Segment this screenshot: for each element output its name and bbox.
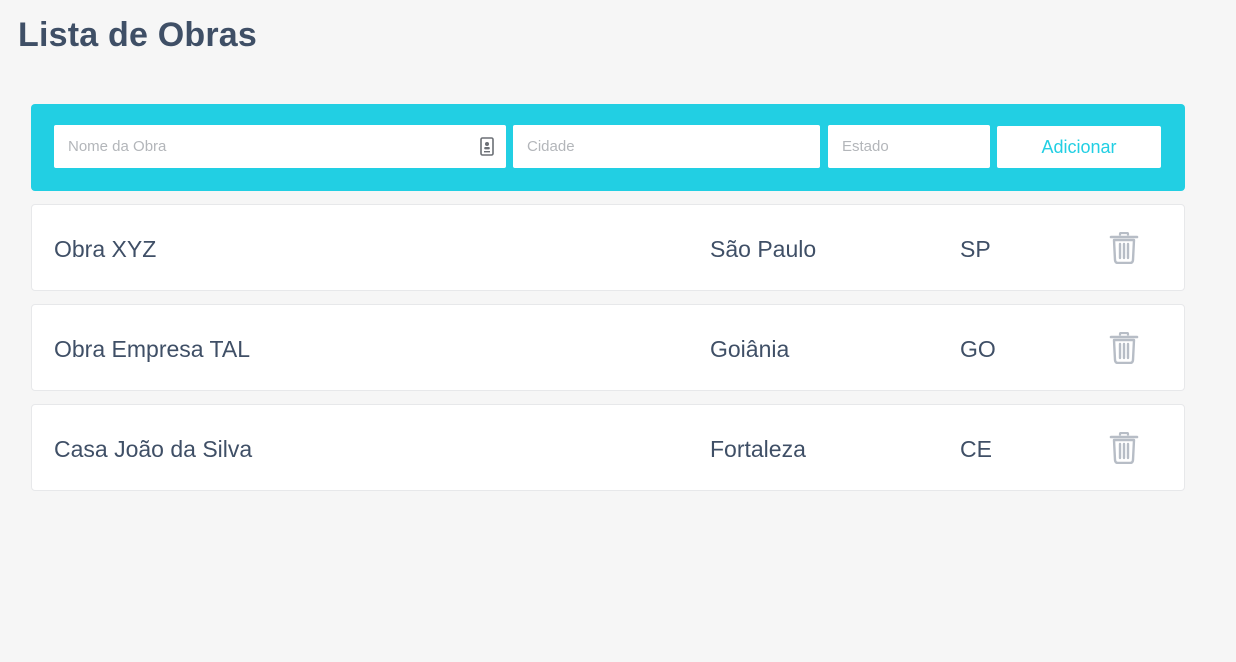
add-obra-form: Adicionar	[31, 104, 1185, 191]
nome-da-obra-field[interactable]	[54, 125, 506, 168]
trash-icon	[1109, 232, 1139, 264]
cidade-input[interactable]	[513, 125, 820, 168]
list-item: Obra XYZ São Paulo SP	[31, 204, 1185, 291]
delete-button[interactable]	[1109, 432, 1139, 464]
obra-name: Obra Empresa TAL	[54, 336, 251, 362]
list-item: Obra Empresa TAL Goiânia GO	[31, 304, 1185, 391]
delete-button[interactable]	[1109, 232, 1139, 264]
adicionar-button[interactable]: Adicionar	[997, 126, 1161, 168]
trash-icon	[1109, 432, 1139, 464]
trash-icon	[1109, 332, 1139, 364]
estado-field[interactable]	[828, 125, 990, 168]
page-title: Lista de Obras	[18, 16, 257, 54]
delete-button[interactable]	[1109, 332, 1139, 364]
nome-da-obra-input[interactable]	[54, 125, 506, 168]
obra-state: GO	[960, 336, 996, 362]
list-item: Casa João da Silva Fortaleza CE	[31, 404, 1185, 491]
obra-name: Obra XYZ	[54, 236, 157, 262]
obra-city: São Paulo	[710, 236, 817, 262]
obras-list: Obra XYZ São Paulo SP Obra Empresa TAL G…	[31, 204, 1185, 504]
contact-card-icon[interactable]	[480, 137, 494, 156]
estado-input[interactable]	[828, 125, 990, 168]
obra-city: Goiânia	[710, 336, 790, 362]
cidade-field[interactable]	[513, 125, 820, 168]
obra-state: CE	[960, 436, 992, 462]
obra-city: Fortaleza	[710, 436, 806, 462]
obra-state: SP	[960, 236, 991, 262]
obra-name: Casa João da Silva	[54, 436, 253, 462]
